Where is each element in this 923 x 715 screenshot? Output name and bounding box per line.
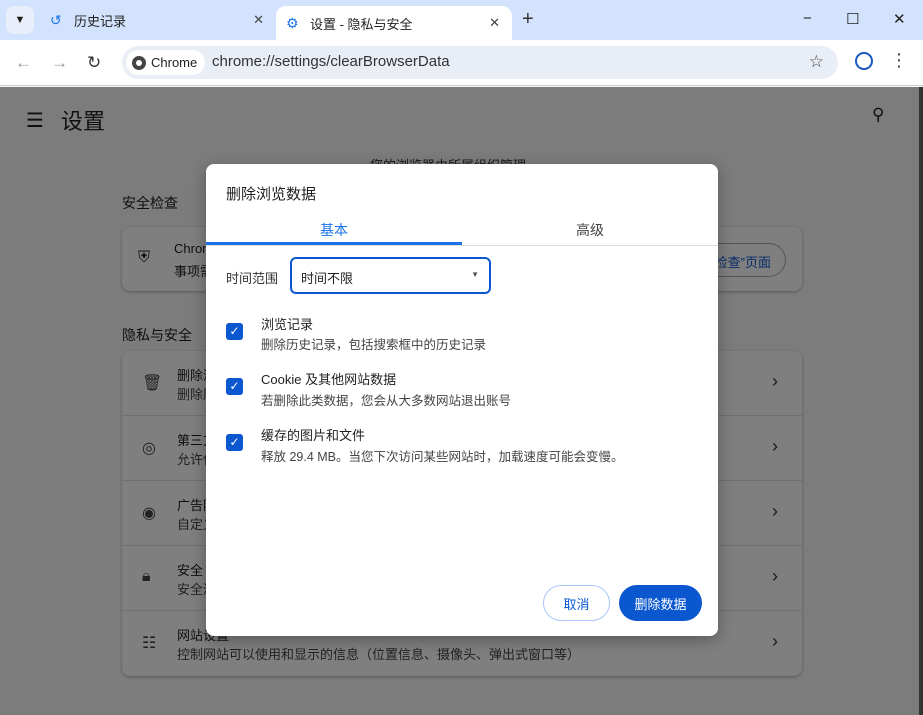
history-icon: ↺ bbox=[50, 11, 62, 28]
checkbox-title: Cookie 及其他网站数据 bbox=[261, 372, 397, 387]
clear-browsing-data-dialog: 删除浏览数据 基本 高级 时间范围 时间不限 ▼ ✓ 浏览记录 删除历史记录，包括… bbox=[206, 164, 718, 636]
window-edge bbox=[919, 87, 923, 715]
checkbox-title: 缓存的图片和文件 bbox=[261, 428, 366, 443]
bookmark-star-icon[interactable]: ☆ bbox=[809, 52, 824, 72]
checkbox-desc: 释放 29.4 MB。当您下次访问某些网站时，加载速度可能会变慢。 bbox=[261, 450, 624, 464]
close-window-button[interactable]: ✕ bbox=[893, 10, 906, 28]
tab-search-button[interactable]: ▼ bbox=[6, 6, 34, 34]
tab-advanced[interactable]: 高级 bbox=[462, 212, 718, 245]
reload-button[interactable]: ↻ bbox=[87, 53, 101, 73]
tab-history[interactable]: ↺ 历史记录 ✕ bbox=[40, 0, 276, 40]
tab-basic[interactable]: 基本 bbox=[206, 212, 462, 245]
dialog-tabs: 基本 高级 bbox=[206, 212, 718, 246]
browsing-history-checkbox[interactable]: ✓ bbox=[226, 323, 243, 340]
site-info-chip[interactable]: Chrome bbox=[126, 50, 206, 75]
forward-button[interactable]: → bbox=[51, 53, 68, 73]
checkbox-desc: 若删除此类数据，您会从大多数网站退出账号 bbox=[261, 394, 512, 408]
close-tab-icon[interactable]: ✕ bbox=[253, 12, 264, 28]
maximize-button[interactable]: ☐ bbox=[846, 10, 859, 28]
title-bar: ▼ ↺ 历史记录 ✕ ⚙ 设置 - 隐私与安全 ✕ + − ☐ ✕ bbox=[0, 0, 923, 40]
cache-checkbox[interactable]: ✓ bbox=[226, 434, 243, 451]
dialog-title: 删除浏览数据 bbox=[226, 186, 317, 203]
tab-settings[interactable]: ⚙ 设置 - 隐私与安全 ✕ bbox=[276, 6, 512, 40]
cookies-checkbox[interactable]: ✓ bbox=[226, 378, 243, 395]
new-tab-button[interactable]: + bbox=[522, 8, 534, 31]
time-range-select[interactable]: 时间不限 ▼ bbox=[290, 257, 491, 294]
chevron-down-icon: ▼ bbox=[14, 14, 26, 26]
back-button[interactable]: ← bbox=[15, 53, 32, 73]
more-menu-icon[interactable]: ⋮ bbox=[890, 50, 908, 71]
toolbar: ← → ↻ Chrome chrome://settings/clearBrow… bbox=[0, 40, 923, 86]
minimize-button[interactable]: − bbox=[803, 10, 812, 27]
time-range-label: 时间范围 bbox=[226, 271, 279, 286]
tab-title: 历史记录 bbox=[74, 13, 127, 29]
profile-icon[interactable] bbox=[855, 52, 873, 70]
checkbox-desc: 删除历史记录，包括搜索框中的历史记录 bbox=[261, 338, 487, 352]
delete-data-button[interactable]: 删除数据 bbox=[619, 585, 702, 621]
chrome-icon bbox=[132, 55, 146, 70]
cancel-button[interactable]: 取消 bbox=[543, 585, 610, 621]
time-range-value: 时间不限 bbox=[301, 271, 354, 286]
tab-title: 设置 - 隐私与安全 bbox=[310, 16, 413, 32]
close-tab-icon[interactable]: ✕ bbox=[489, 15, 500, 31]
chip-label: Chrome bbox=[151, 55, 198, 70]
gear-icon: ⚙ bbox=[286, 14, 299, 31]
dropdown-arrow-icon: ▼ bbox=[471, 270, 479, 279]
checkbox-title: 浏览记录 bbox=[261, 317, 314, 332]
omnibox[interactable]: Chrome chrome://settings/clearBrowserDat… bbox=[122, 46, 838, 79]
url-text[interactable]: chrome://settings/clearBrowserData bbox=[212, 53, 450, 70]
